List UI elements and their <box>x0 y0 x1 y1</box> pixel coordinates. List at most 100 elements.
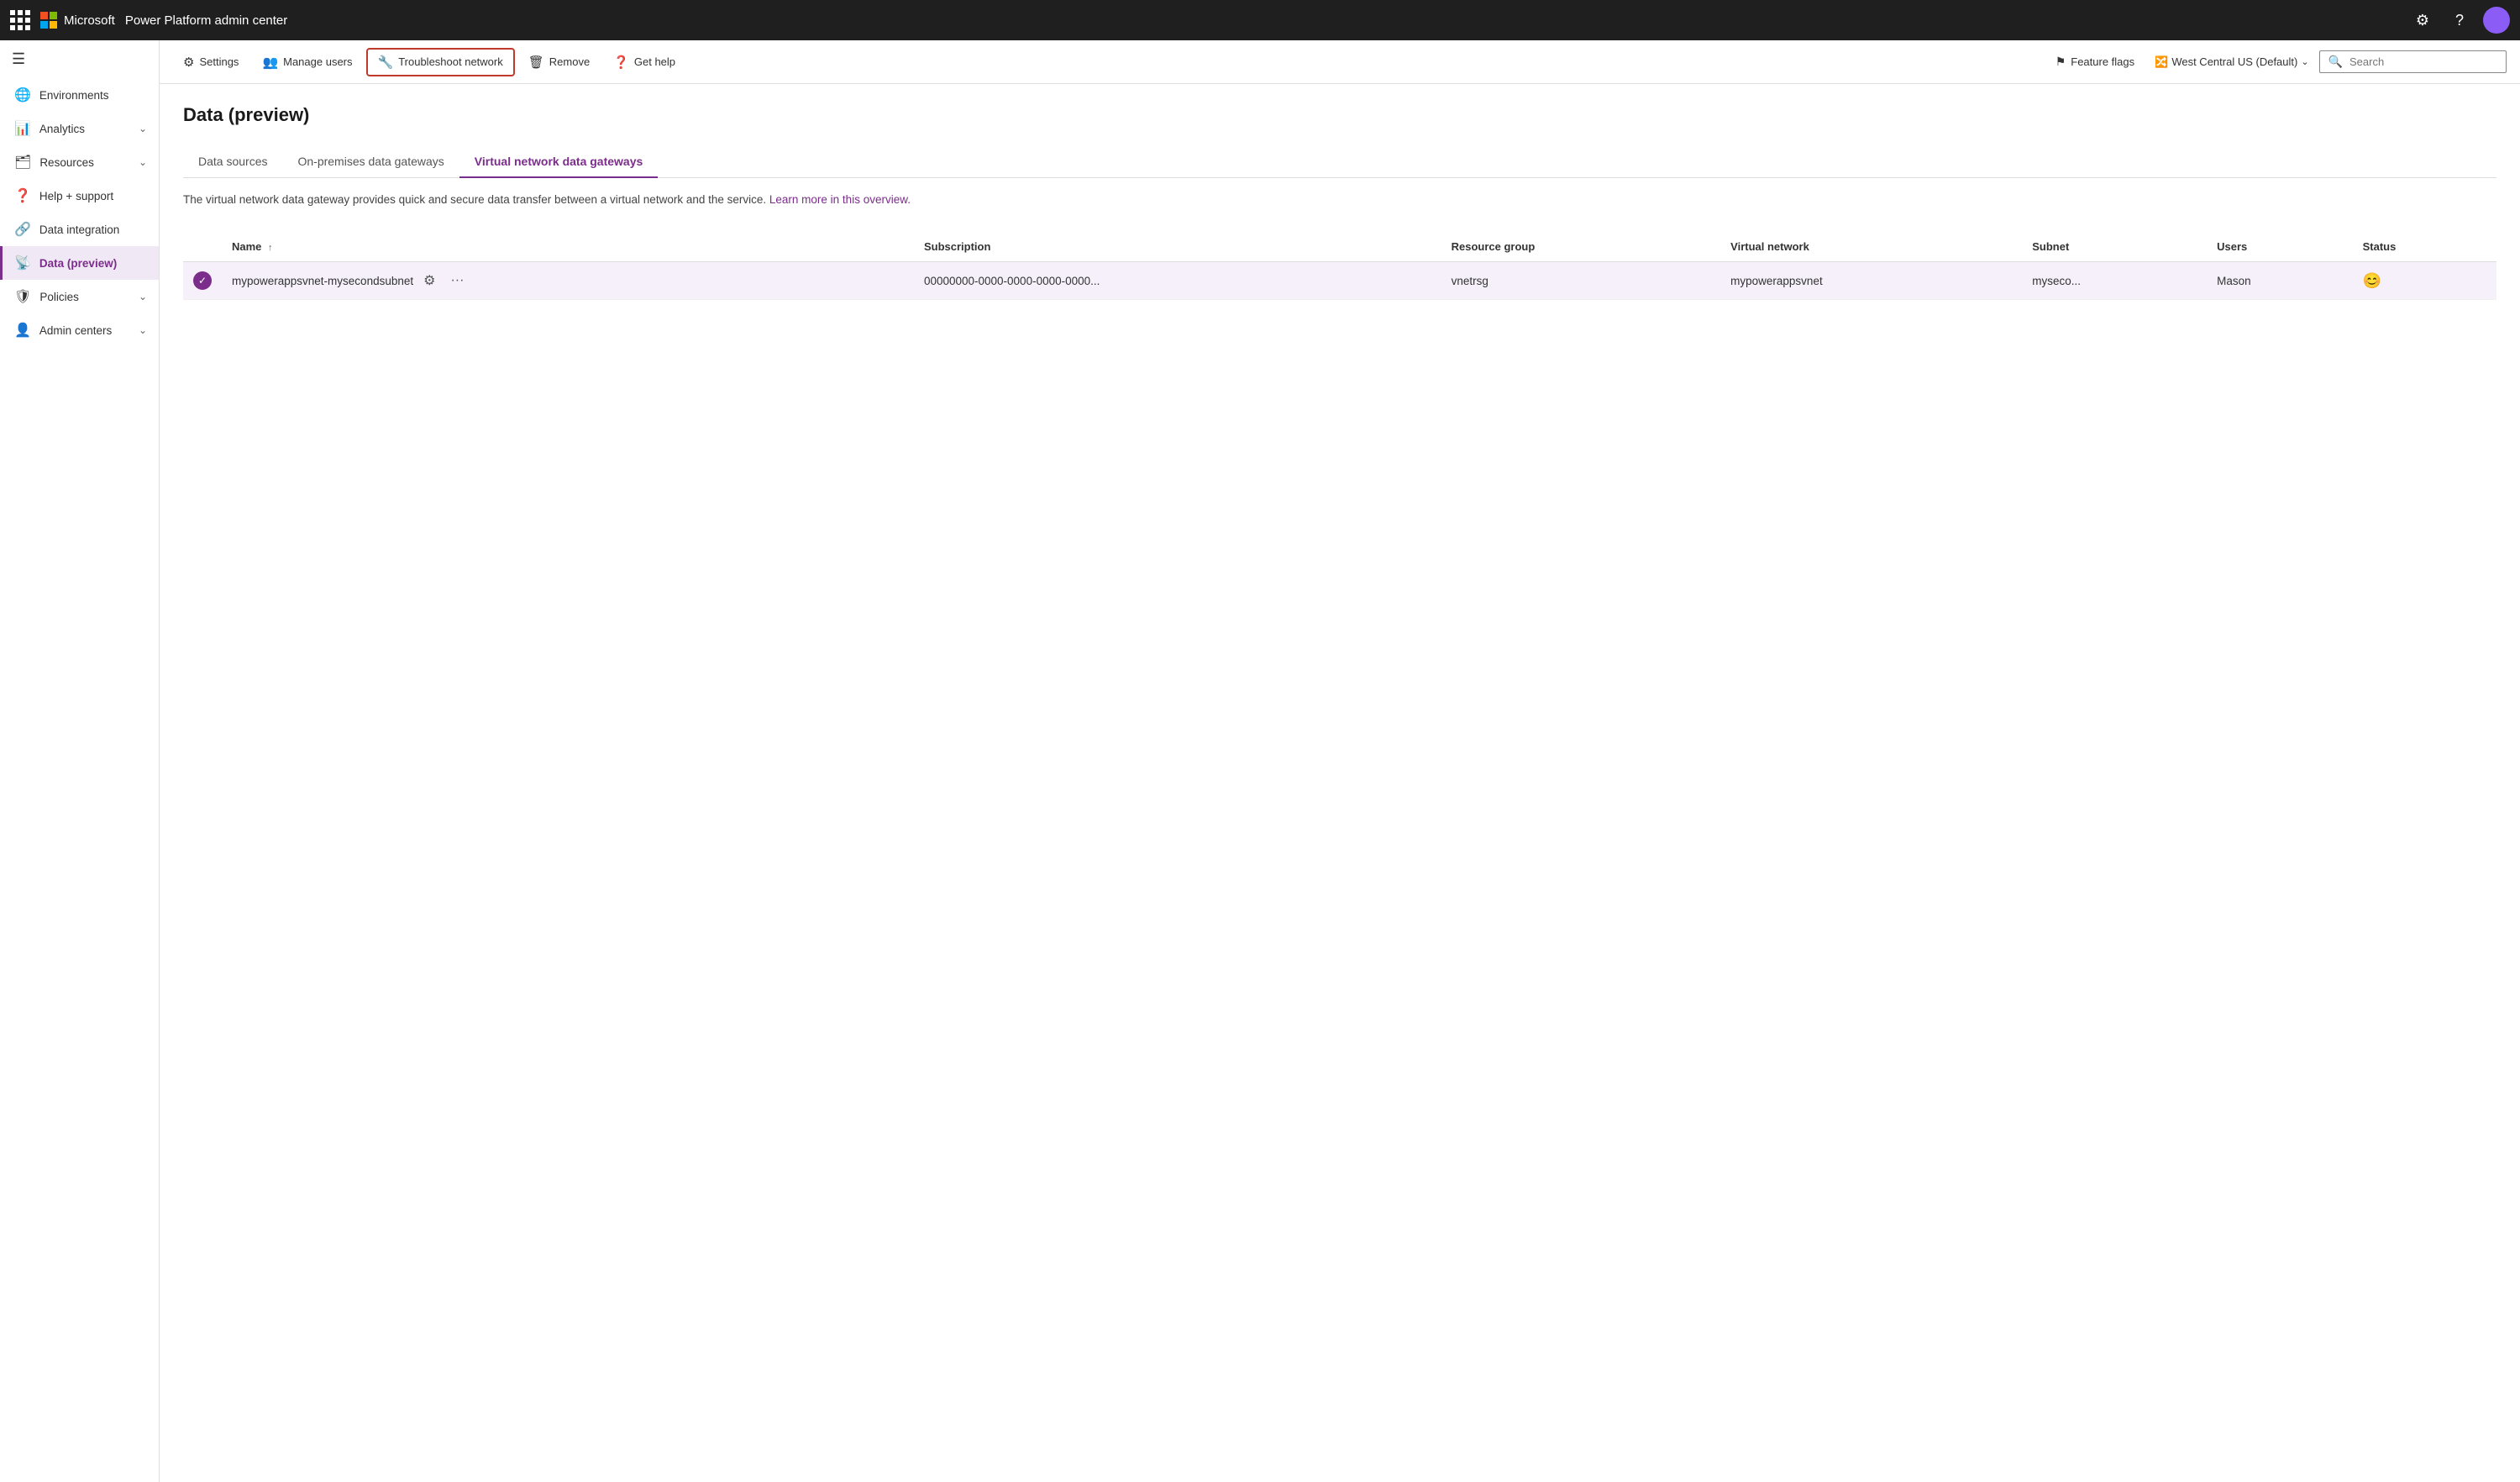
settings-button[interactable]: ⚙ Settings <box>173 50 249 75</box>
admin-centers-icon: 👤 <box>14 322 31 339</box>
learn-more-link[interactable]: Learn more in this overview. <box>769 193 911 206</box>
chevron-down-icon: ⌄ <box>139 156 147 168</box>
sidebar-item-label: Help + support <box>39 190 113 202</box>
col-resource-group: Resource group <box>1441 232 1721 262</box>
chevron-down-icon: ⌄ <box>2301 56 2308 67</box>
row-settings-button[interactable]: ⚙ <box>420 271 438 291</box>
chevron-down-icon: ⌄ <box>139 291 147 302</box>
tab-virtual-network[interactable]: Virtual network data gateways <box>459 146 658 178</box>
row-subnet: myseco... <box>2022 262 2207 300</box>
sidebar-item-label: Data (preview) <box>39 257 117 270</box>
analytics-icon: 📊 <box>14 120 31 137</box>
get-help-button[interactable]: ❓ Get help <box>603 50 685 75</box>
sidebar-item-help-support[interactable]: ❓ Help + support <box>0 179 159 213</box>
sidebar-item-analytics[interactable]: 📊 Analytics ⌄ <box>0 112 159 145</box>
col-subnet: Subnet <box>2022 232 2207 262</box>
sidebar-item-resources[interactable]: 🗂 Resources ⌄ <box>0 145 159 179</box>
remove-btn-label: Remove <box>549 55 590 68</box>
troubleshoot-network-button[interactable]: 🔧 Troubleshoot network <box>366 48 515 76</box>
sidebar-item-label: Admin centers <box>39 324 112 337</box>
tab-description: The virtual network data gateway provide… <box>183 192 2496 208</box>
row-users: Mason <box>2207 262 2353 300</box>
policies-icon: 🛡 <box>14 288 31 305</box>
content-area: ⚙ Settings 👥 Manage users 🔧 Troubleshoot… <box>160 40 2520 1482</box>
manage-users-icon: 👥 <box>262 55 278 70</box>
get-help-btn-label: Get help <box>634 55 675 68</box>
col-users: Users <box>2207 232 2353 262</box>
data-table: Name ↑ Subscription Resource group Virtu… <box>183 232 2496 300</box>
topbar: Microsoft Power Platform admin center ⚙ … <box>0 0 2520 40</box>
row-selected-indicator: ✓ <box>193 271 212 290</box>
page-title: Data (preview) <box>183 104 2496 126</box>
sidebar-item-data-preview[interactable]: 📡 Data (preview) <box>0 246 159 280</box>
col-virtual-network: Virtual network <box>1720 232 2022 262</box>
manage-users-btn-label: Manage users <box>283 55 352 68</box>
status-icon: 😊 <box>2363 272 2381 289</box>
sidebar-item-policies[interactable]: 🛡 Policies ⌄ <box>0 280 159 313</box>
row-virtual-network: mypowerappsvnet <box>1720 262 2022 300</box>
sidebar-item-environments[interactable]: 🌐 Environments <box>0 78 159 112</box>
sidebar-item-label: Resources <box>39 156 94 169</box>
sidebar-item-label: Environments <box>39 89 109 102</box>
region-selector[interactable]: 🔀 West Central US (Default) ⌄ <box>2148 52 2315 72</box>
tab-bar: Data sources On-premises data gateways V… <box>183 146 2496 178</box>
feature-flags-button[interactable]: ⚑ Feature flags <box>2045 50 2145 74</box>
sidebar-item-label: Policies <box>39 291 79 303</box>
chevron-down-icon: ⌄ <box>139 123 147 134</box>
row-status: 😊 <box>2353 262 2496 300</box>
manage-users-button[interactable]: 👥 Manage users <box>252 50 362 75</box>
app-logo: Microsoft <box>40 12 115 29</box>
row-name: mypowerappsvnet-mysecondsubnet <box>232 275 413 287</box>
ms-wordmark: Microsoft <box>64 13 115 28</box>
resources-icon: 🗂 <box>14 154 31 171</box>
table-row[interactable]: ✓ mypowerappsvnet-mysecondsubnet ⚙ ··· 0… <box>183 262 2496 300</box>
microsoft-logo <box>40 12 57 29</box>
search-box[interactable]: 🔍 <box>2319 50 2507 73</box>
page-content: Data (preview) Data sources On-premises … <box>160 84 2520 1482</box>
search-input[interactable] <box>2349 55 2497 68</box>
table-header: Name ↑ Subscription Resource group Virtu… <box>183 232 2496 262</box>
settings-icon[interactable]: ⚙ <box>2409 7 2436 34</box>
chevron-down-icon: ⌄ <box>139 324 147 336</box>
remove-icon: 🗑 <box>528 55 544 70</box>
row-name-cell: mypowerappsvnet-mysecondsubnet ⚙ ··· <box>222 262 914 300</box>
app-title: Power Platform admin center <box>125 13 287 28</box>
tab-data-sources[interactable]: Data sources <box>183 146 282 178</box>
avatar[interactable] <box>2483 7 2510 34</box>
main-layout: ☰ 🌐 Environments 📊 Analytics ⌄ 🗂 Resourc… <box>0 40 2520 1482</box>
feature-flags-icon: ⚑ <box>2055 55 2066 69</box>
data-integration-icon: 🔗 <box>14 221 31 238</box>
waffle-menu[interactable] <box>10 10 30 30</box>
sidebar-item-admin-centers[interactable]: 👤 Admin centers ⌄ <box>0 313 159 347</box>
col-checkbox <box>183 232 222 262</box>
table-body: ✓ mypowerappsvnet-mysecondsubnet ⚙ ··· 0… <box>183 262 2496 300</box>
troubleshoot-icon: 🔧 <box>378 55 394 70</box>
sidebar-toggle[interactable]: ☰ <box>0 40 159 78</box>
search-icon: 🔍 <box>2328 55 2343 69</box>
tab-on-premises[interactable]: On-premises data gateways <box>282 146 459 178</box>
col-subscription: Subscription <box>914 232 1441 262</box>
description-text: The virtual network data gateway provide… <box>183 193 766 206</box>
region-label: West Central US (Default) <box>2171 55 2297 68</box>
sidebar-item-label: Analytics <box>39 123 85 135</box>
row-resource-group: vnetrsg <box>1441 262 1721 300</box>
sort-icon: ↑ <box>268 243 273 253</box>
col-name: Name ↑ <box>222 232 914 262</box>
data-preview-icon: 📡 <box>14 255 31 271</box>
remove-button[interactable]: 🗑 Remove <box>518 50 600 75</box>
row-subscription: 00000000-0000-0000-0000-0000... <box>914 262 1441 300</box>
troubleshoot-btn-label: Troubleshoot network <box>398 55 503 68</box>
environments-icon: 🌐 <box>14 87 31 103</box>
sidebar-item-data-integration[interactable]: 🔗 Data integration <box>0 213 159 246</box>
feature-flags-label: Feature flags <box>2071 55 2134 68</box>
settings-btn-label: Settings <box>199 55 239 68</box>
region-icon: 🔀 <box>2155 55 2168 69</box>
col-status: Status <box>2353 232 2496 262</box>
get-help-icon: ❓ <box>613 55 629 70</box>
help-icon: ❓ <box>14 187 31 204</box>
sidebar-item-label: Data integration <box>39 223 119 236</box>
settings-btn-icon: ⚙ <box>183 55 194 70</box>
row-more-button[interactable]: ··· <box>445 271 469 290</box>
help-icon[interactable]: ? <box>2446 7 2473 34</box>
row-checkbox-cell: ✓ <box>183 262 222 300</box>
